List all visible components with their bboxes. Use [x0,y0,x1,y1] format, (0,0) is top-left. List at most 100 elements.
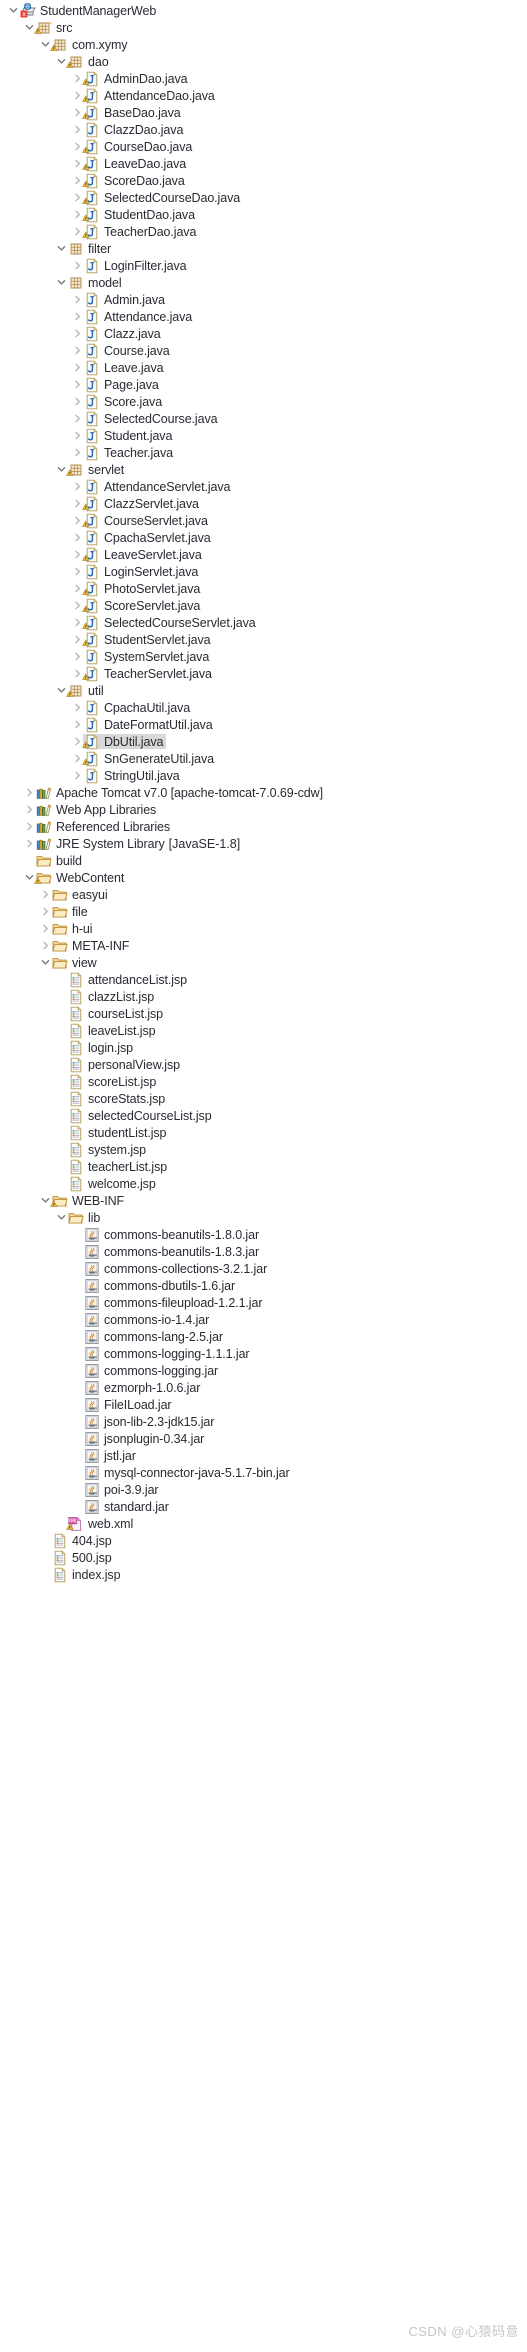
tree-item-webcontent[interactable]: WebContent [34,870,127,885]
tree-item-login-jsp[interactable]: login.jsp [67,1040,136,1055]
tree-row[interactable]: commons-logging.jar [0,1362,527,1379]
tree-row[interactable]: commons-beanutils-1.8.3.jar [0,1243,527,1260]
chevron-right-icon[interactable] [71,648,83,665]
tree-item-commons-fileupload-1-2-1-jar[interactable]: commons-fileupload-1.2.1.jar [83,1295,265,1310]
tree-row[interactable]: Leave.java [0,359,527,376]
tree-row[interactable]: commons-dbutils-1.6.jar [0,1277,527,1294]
tree-item-selectedcourse-java[interactable]: SelectedCourse.java [83,411,220,426]
tree-item-selectedcourselist-jsp[interactable]: selectedCourseList.jsp [67,1108,215,1123]
chevron-right-icon[interactable] [71,121,83,138]
tree-row[interactable]: META-INF [0,937,527,954]
tree-row[interactable]: LoginServlet.java [0,563,527,580]
tree-item-web-inf[interactable]: WEB-INF [50,1193,127,1208]
chevron-right-icon[interactable] [71,325,83,342]
tree-row[interactable]: poi-3.9.jar [0,1481,527,1498]
tree-item-leavedao-java[interactable]: LeaveDao.java [82,156,189,171]
tree-item-teacherservlet-java[interactable]: TeacherServlet.java [82,666,215,681]
tree-row[interactable]: ezmorph-1.0.6.jar [0,1379,527,1396]
tree-item-index-jsp[interactable]: index.jsp [51,1567,123,1582]
tree-row[interactable]: Apache Tomcat v7.0 [apache-tomcat-7.0.69… [0,784,527,801]
tree-row[interactable]: WebContent [0,869,527,886]
tree-item-scoredao-java[interactable]: ScoreDao.java [82,173,188,188]
chevron-right-icon[interactable] [23,818,35,835]
tree-item-apache-tomcat-v7-0-apache-tomcat-7-0-69-cdw[interactable]: Apache Tomcat v7.0 [apache-tomcat-7.0.69… [35,785,326,800]
tree-row[interactable]: CpachaServlet.java [0,529,527,546]
tree-row[interactable]: FileILoad.jar [0,1396,527,1413]
tree-row[interactable]: JRE System Library [JavaSE-1.8] [0,835,527,852]
tree-item-coursedao-java[interactable]: CourseDao.java [82,139,195,154]
tree-item-scoreservlet-java[interactable]: ScoreServlet.java [82,598,203,613]
chevron-down-icon[interactable] [7,2,19,19]
tree-item-scorelist-jsp[interactable]: scoreList.jsp [67,1074,159,1089]
tree-item-commons-logging-jar[interactable]: commons-logging.jar [83,1363,221,1378]
tree-row[interactable]: commons-logging-1.1.1.jar [0,1345,527,1362]
tree-row[interactable]: view [0,954,527,971]
tree-row[interactable]: DbUtil.java [0,733,527,750]
tree-row[interactable]: SelectedCourseDao.java [0,189,527,206]
chevron-right-icon[interactable] [71,359,83,376]
tree-item-page-java[interactable]: Page.java [83,377,162,392]
tree-row[interactable]: standard.jar [0,1498,527,1515]
chevron-right-icon[interactable] [71,393,83,410]
tree-item-commons-beanutils-1-8-0-jar[interactable]: commons-beanutils-1.8.0.jar [83,1227,262,1242]
tree-item-attendance-java[interactable]: Attendance.java [83,309,195,324]
tree-item-course-java[interactable]: Course.java [83,343,173,358]
tree-item-admin-java[interactable]: Admin.java [83,292,168,307]
tree-row[interactable]: studentList.jsp [0,1124,527,1141]
tree-item-teacher-java[interactable]: Teacher.java [83,445,176,460]
chevron-right-icon[interactable] [71,699,83,716]
tree-row[interactable]: ScoreServlet.java [0,597,527,614]
tree-row[interactable]: ScoreDao.java [0,172,527,189]
tree-item-filter[interactable]: filter [67,241,114,256]
tree-item-scorestats-jsp[interactable]: scoreStats.jsp [67,1091,168,1106]
tree-item-meta-inf[interactable]: META-INF [51,938,132,953]
tree-item-h-ui[interactable]: h-ui [51,921,95,936]
tree-row[interactable]: teacherList.jsp [0,1158,527,1175]
tree-item-build[interactable]: build [35,853,85,868]
chevron-right-icon[interactable] [71,257,83,274]
tree-item-sngenerateutil-java[interactable]: SnGenerateUtil.java [82,751,217,766]
tree-item-systemservlet-java[interactable]: SystemServlet.java [83,649,212,664]
tree-item-teacherdao-java[interactable]: TeacherDao.java [82,224,199,239]
chevron-right-icon[interactable] [71,410,83,427]
chevron-down-icon[interactable] [55,274,67,291]
tree-row[interactable]: Student.java [0,427,527,444]
chevron-right-icon[interactable] [71,478,83,495]
tree-item-commons-logging-1-1-1-jar[interactable]: commons-logging-1.1.1.jar [83,1346,253,1361]
tree-item-commons-collections-3-2-1-jar[interactable]: commons-collections-3.2.1.jar [83,1261,270,1276]
tree-item-jsonplugin-0-34-jar[interactable]: jsonplugin-0.34.jar [83,1431,207,1446]
tree-row[interactable]: SystemServlet.java [0,648,527,665]
tree-item-attendancelist-jsp[interactable]: attendanceList.jsp [67,972,190,987]
tree-row[interactable]: Course.java [0,342,527,359]
chevron-right-icon[interactable] [39,886,51,903]
tree-item-attendanceservlet-java[interactable]: AttendanceServlet.java [83,479,233,494]
project-explorer-tree[interactable]: x StudentManagerWeb src com.xymy dao AdminDao… [0,0,527,2352]
tree-item-selectedcourseservlet-java[interactable]: SelectedCourseServlet.java [82,615,259,630]
tree-item-loginservlet-java[interactable]: LoginServlet.java [83,564,201,579]
tree-row[interactable]: selectedCourseList.jsp [0,1107,527,1124]
chevron-right-icon[interactable] [71,376,83,393]
tree-item-cpachautil-java[interactable]: CpachaUtil.java [83,700,193,715]
tree-row[interactable]: easyui [0,886,527,903]
tree-item-photoservlet-java[interactable]: PhotoServlet.java [82,581,203,596]
tree-item-basedao-java[interactable]: BaseDao.java [82,105,184,120]
tree-row[interactable]: LeaveDao.java [0,155,527,172]
tree-row[interactable]: file [0,903,527,920]
tree-item-leave-java[interactable]: Leave.java [83,360,166,375]
tree-row[interactable]: clazzList.jsp [0,988,527,1005]
tree-item-studentdao-java[interactable]: StudentDao.java [82,207,198,222]
tree-item-loginfilter-java[interactable]: LoginFilter.java [83,258,189,273]
tree-row[interactable]: Score.java [0,393,527,410]
tree-item-standard-jar[interactable]: standard.jar [83,1499,172,1514]
tree-item-teacherlist-jsp[interactable]: teacherList.jsp [67,1159,170,1174]
tree-row[interactable]: json-lib-2.3-jdk15.jar [0,1413,527,1430]
tree-row[interactable]: jstl.jar [0,1447,527,1464]
tree-row[interactable]: DateFormatUtil.java [0,716,527,733]
tree-item-web-app-libraries[interactable]: Web App Libraries [35,802,159,817]
tree-item-leaveservlet-java[interactable]: LeaveServlet.java [82,547,205,562]
tree-row[interactable]: Teacher.java [0,444,527,461]
tree-row[interactable]: TeacherDao.java [0,223,527,240]
tree-row[interactable]: Page.java [0,376,527,393]
chevron-right-icon[interactable] [39,903,51,920]
tree-row[interactable]: lib [0,1209,527,1226]
